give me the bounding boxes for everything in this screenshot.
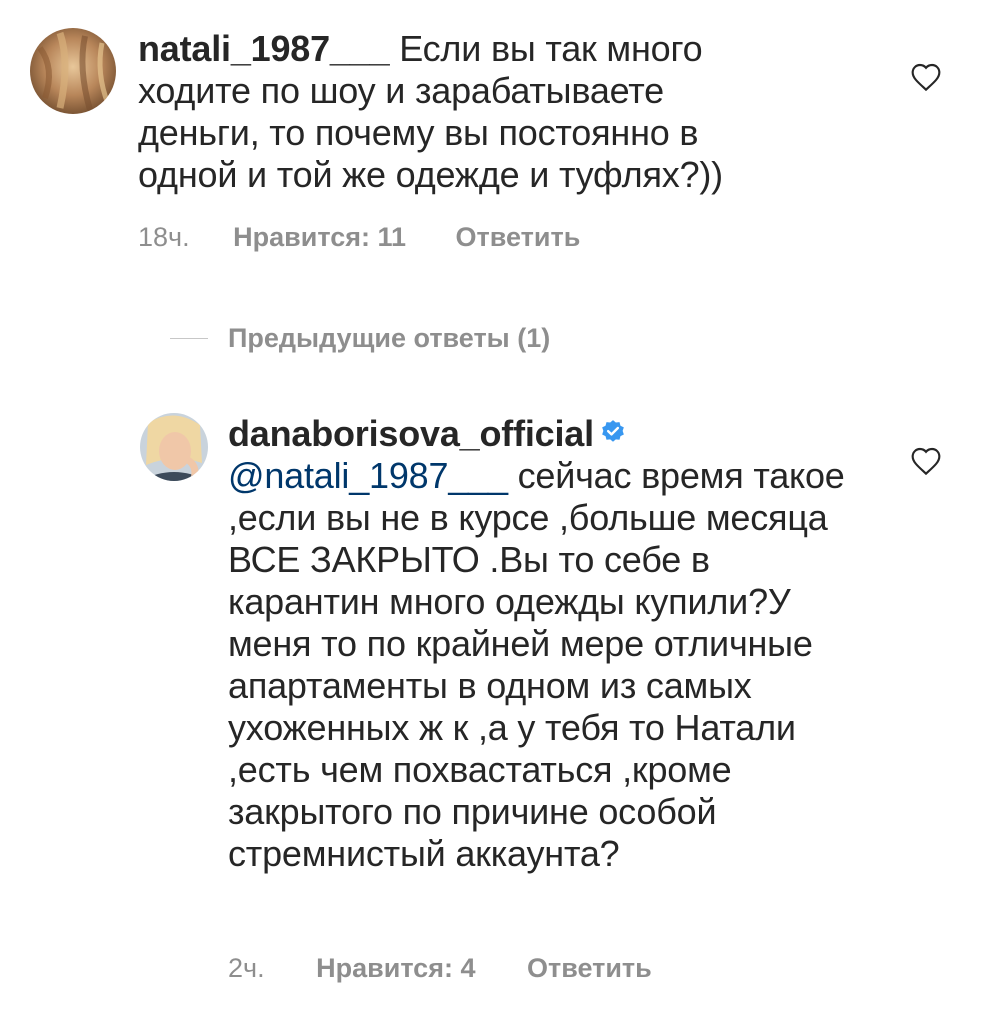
like-icon[interactable] [910,446,942,481]
previous-replies-toggle[interactable]: Предыдущие ответы (1) [170,320,550,356]
comment-2-username[interactable]: danaborisova_official [228,413,594,454]
comment-2-meta: 2ч. Нравится: 4 Ответить [228,952,652,984]
comment-1-meta: 18ч. Нравится: 11 Ответить [138,221,580,253]
comment-1-text: natali_1987___ Если вы так много ходите … [138,28,758,196]
comment-1-reply-button[interactable]: Ответить [456,222,581,252]
comment-2-mention[interactable]: @natali_1987___ [228,455,508,496]
comment-2-text: danaborisova_official @natali_1987___ се… [228,413,868,875]
comment-2-likes[interactable]: Нравится: 4 [316,953,475,983]
comment-2-time: 2ч. [228,953,265,983]
comment-2-body: сейчас время такое ,если вы не в курсе ,… [228,455,845,874]
comment-1-time: 18ч. [138,222,190,252]
avatar-natali[interactable] [30,28,116,114]
previous-replies-label: Предыдущие ответы (1) [228,322,551,353]
verified-badge-icon [600,412,626,454]
avatar-danaborisova[interactable] [140,413,208,481]
comment-2-reply-button[interactable]: Ответить [527,953,652,983]
comment-1-username[interactable]: natali_1987___ [138,28,390,69]
like-icon[interactable] [910,62,942,97]
divider-line [170,337,208,339]
comment-1-likes[interactable]: Нравится: 11 [233,222,406,252]
